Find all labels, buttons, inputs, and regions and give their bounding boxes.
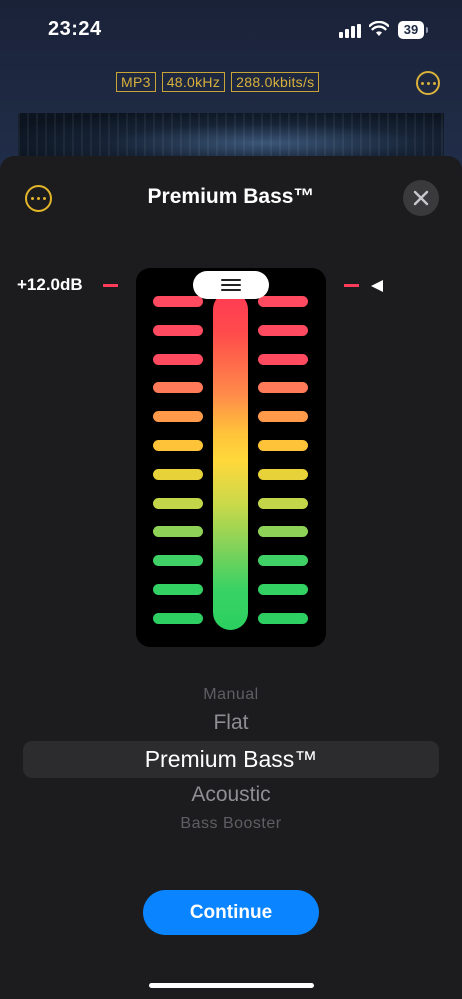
meter-bar-right (258, 296, 308, 307)
format-tag-bitrate: 288.0kbits/s (231, 72, 320, 92)
meter-bar-right (258, 440, 308, 451)
meter-bar-left (153, 324, 203, 336)
cellular-signal-icon (339, 24, 361, 38)
meter-bar-right (258, 411, 308, 423)
preset-option-acoustic[interactable]: Acoustic (0, 783, 462, 807)
meter-bar-right (258, 497, 308, 509)
level-readout: +12.0dB (17, 275, 83, 294)
preset-option-manual[interactable]: Manual (0, 686, 462, 704)
meter-bar-left (153, 296, 203, 307)
meter-bar-left (153, 411, 203, 423)
more-options-icon[interactable] (416, 71, 440, 95)
meter-bar-left (153, 382, 203, 394)
meter-bar-left (153, 468, 203, 480)
meter-bar-left (153, 612, 203, 624)
preset-option-bass-booster[interactable]: Bass Booster (0, 815, 462, 833)
status-bar: 23:24 39 (0, 0, 462, 62)
preset-option-premium-bass[interactable]: Premium Bass™ (0, 746, 462, 773)
meter-bar-right (258, 353, 308, 365)
preset-option-flat[interactable]: Flat (0, 711, 462, 735)
level-pointer-icon (371, 280, 383, 292)
audio-format-tags: MP3 48.0kHz 288.0kbits/s (116, 72, 320, 92)
meter-bar-right (258, 324, 308, 336)
close-icon (413, 190, 429, 206)
level-marker-left (103, 284, 118, 287)
home-indicator[interactable] (149, 983, 314, 988)
level-slider-handle[interactable] (193, 271, 269, 299)
close-button[interactable] (403, 180, 439, 216)
level-fill-track (213, 292, 248, 630)
meter-bar-left (153, 353, 203, 365)
meter-bar-left (153, 526, 203, 538)
meter-bar-right (258, 468, 308, 480)
level-marker-right (344, 284, 359, 287)
meter-bar-right (258, 555, 308, 567)
meter-bar-left (153, 555, 203, 567)
meter-bar-right (258, 382, 308, 394)
bass-level-meter[interactable] (136, 268, 326, 647)
meter-bar-left (153, 440, 203, 451)
continue-button[interactable]: Continue (143, 890, 319, 935)
format-tag-samplerate: 48.0kHz (161, 72, 226, 92)
meter-bar-left (153, 497, 203, 509)
meter-bar-right (258, 612, 308, 624)
format-tag-codec: MP3 (116, 72, 156, 92)
meter-bar-right (258, 584, 308, 595)
status-time: 23:24 (48, 18, 102, 40)
meter-bar-left (153, 584, 203, 595)
wifi-icon (368, 20, 390, 42)
meter-bar-right (258, 526, 308, 538)
battery-icon: 39 (398, 21, 428, 39)
sheet-title: Premium Bass™ (147, 185, 315, 208)
